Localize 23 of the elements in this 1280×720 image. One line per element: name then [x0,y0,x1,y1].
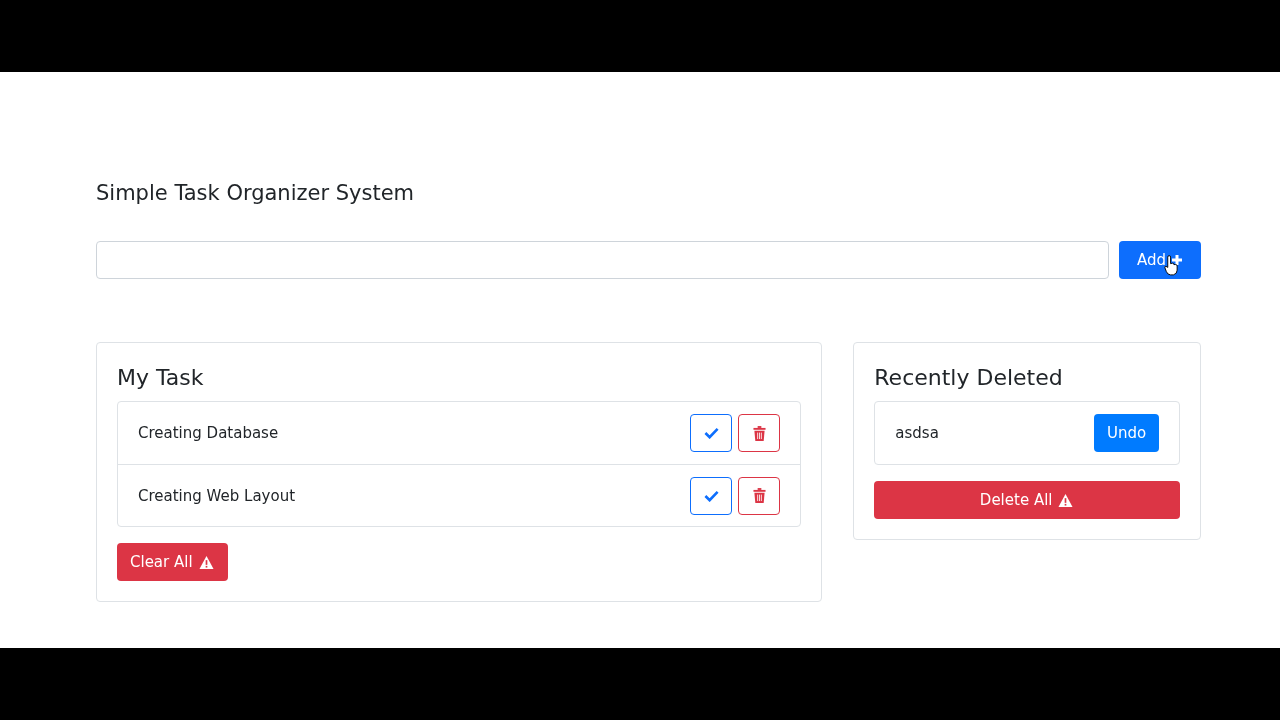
task-input-field[interactable] [96,241,1109,279]
warning-icon [1057,492,1075,508]
warning-icon [197,554,215,570]
delete-all-button[interactable]: Delete All [874,481,1180,519]
deleted-task-text: asdsa [895,424,939,442]
card-title: My Task [117,364,205,392]
checkmark-icon [703,427,719,439]
page-title: Simple Task Organizer System [96,179,415,207]
trash-icon [752,488,766,503]
card-title: Recently Deleted [874,364,1064,392]
complete-button[interactable] [690,476,733,515]
add-button[interactable]: Add [1119,241,1201,279]
clear-all-button[interactable]: Clear All [117,543,228,581]
delete-button[interactable] [738,476,781,515]
trash-icon [752,425,766,441]
task-text: Creating Web Layout [138,486,296,505]
undo-button[interactable]: Undo [1094,414,1159,452]
checkmark-icon [703,489,719,502]
task-text: Creating Database [138,424,279,442]
complete-button[interactable] [690,414,733,452]
hand-cursor-icon [1164,255,1179,276]
plus-icon [1171,254,1183,266]
delete-button[interactable] [738,414,781,452]
